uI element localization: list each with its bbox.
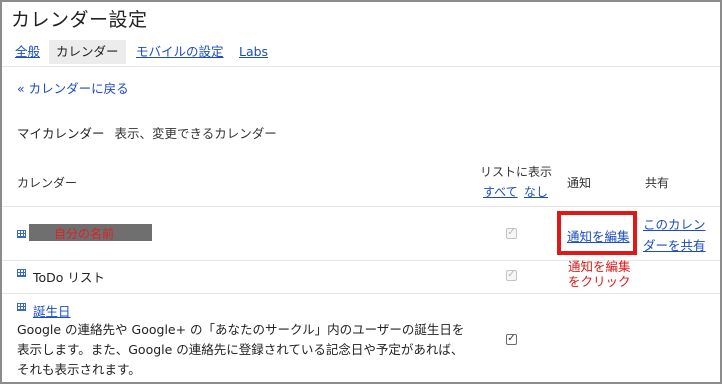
list-show-checkbox[interactable]: ✓ [506, 269, 517, 281]
calendar-icon [17, 303, 26, 311]
checkmark-icon: ✓ [507, 333, 516, 344]
my-calendars-heading: マイカレンダー 表示、変更できるカレンダー [17, 123, 277, 142]
list-show-none-link[interactable]: なし [524, 183, 548, 200]
annotation-text: 通知を編集 をクリック [568, 259, 631, 289]
page-title: カレンダー設定 [11, 9, 148, 31]
col-header-notify: 通知 [567, 176, 592, 190]
section-title: マイカレンダー [17, 126, 105, 141]
highlight-box [557, 211, 637, 255]
col-header-list-show: リストに表示 [480, 165, 553, 179]
checkmark-icon: ✓ [507, 269, 516, 280]
col-header-calendar: カレンダー [17, 176, 78, 190]
list-show-checkbox[interactable]: ✓ [506, 333, 517, 345]
header-divider [2, 206, 720, 207]
calendar-description: Google の連絡先や Google+ の「あなたのサークル」内のユーザーの誕… [17, 322, 465, 377]
list-show-checkbox[interactable]: ✓ [506, 227, 517, 239]
calendar-icon [17, 230, 26, 238]
section-subtitle: 表示、変更できるカレンダー [114, 126, 277, 141]
settings-panel: カレンダー設定 全般 カレンダー モバイルの設定 Labs « カレンダーに戻る… [0, 0, 722, 384]
calendar-name[interactable]: ToDo リスト [33, 267, 105, 286]
checkmark-icon: ✓ [507, 227, 516, 238]
calendar-icon [17, 269, 26, 277]
back-to-calendar-link[interactable]: « カレンダーに戻る [17, 78, 129, 97]
tab-calendars[interactable]: カレンダー [49, 40, 126, 64]
tabs-divider [2, 66, 720, 67]
tab-general[interactable]: 全般 [8, 40, 47, 64]
calendar-name[interactable]: 誕生日 [33, 301, 71, 320]
tab-mobile[interactable]: モバイルの設定 [129, 40, 231, 64]
tab-labs[interactable]: Labs [232, 40, 275, 64]
col-header-share: 共有 [645, 176, 670, 190]
row-divider [2, 293, 720, 294]
share-calendar-link[interactable]: このカレンダーを共有 [643, 214, 713, 256]
list-show-all-link[interactable]: すべて [483, 183, 518, 200]
calendar-name[interactable]: 自分の名前 [54, 225, 114, 242]
